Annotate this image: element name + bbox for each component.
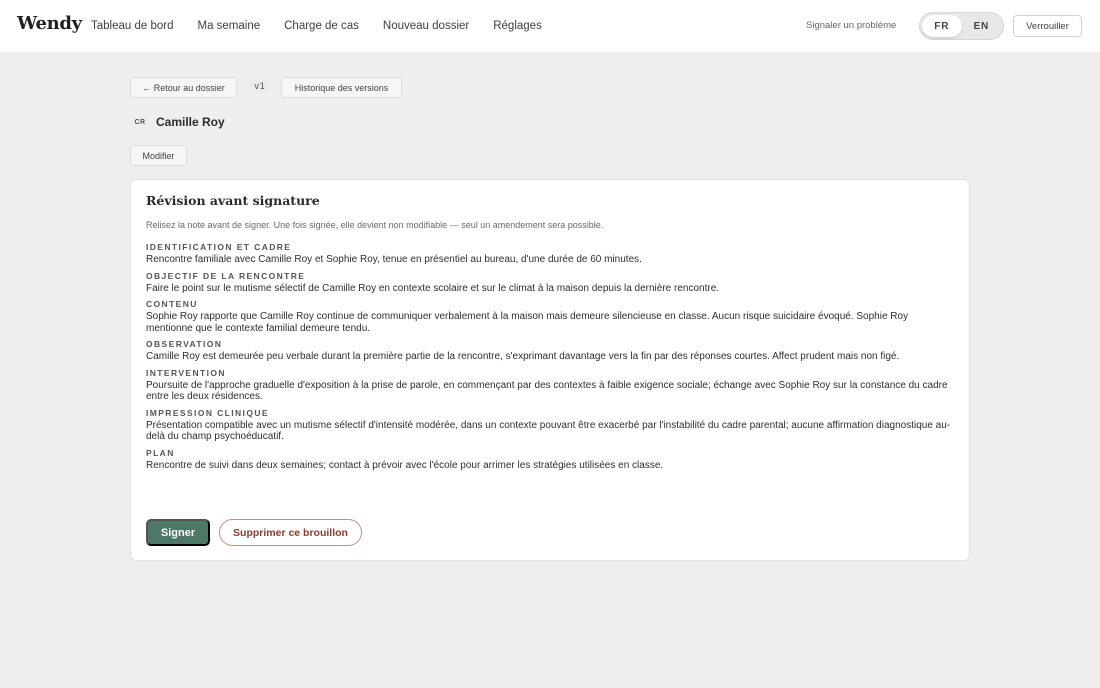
client-name: Camille Roy — [156, 115, 225, 129]
section-body: Présentation compatible avec un mutisme … — [146, 419, 951, 443]
lock-button[interactable]: Verrouiller — [1013, 15, 1082, 37]
avatar: CR — [134, 118, 146, 126]
section-label: Identification et cadre — [146, 242, 292, 252]
section-objective: Objectif de la rencontre Faire le point … — [146, 271, 956, 295]
section-body: Camille Roy est demeurée peu verbale dur… — [146, 351, 900, 362]
back-to-file-button[interactable]: ← Retour au dossier — [130, 77, 237, 98]
section-label: Plan — [146, 447, 175, 458]
nav-item-caseload[interactable]: Charge de cas — [284, 20, 359, 32]
section-content: Contenu Sophie Roy rapporte que Camille … — [146, 299, 956, 334]
nav-item-my-week[interactable]: Ma semaine — [197, 20, 260, 32]
main-nav: Tableau de bord Ma semaine Charge de cas… — [91, 0, 566, 52]
sign-button[interactable]: Signer — [146, 519, 210, 546]
language-en-button[interactable]: EN — [962, 15, 1002, 37]
version-badge: v1 — [250, 81, 269, 93]
section-label: Contenu — [146, 299, 198, 309]
section-clinical-impression: Impression clinique Présentation compati… — [146, 408, 956, 443]
section-body: Sophie Roy rapporte que Camille Roy cont… — [146, 311, 909, 334]
section-body: Poursuite de l'approche graduelle d'expo… — [146, 379, 948, 403]
app-logo[interactable]: Wendy — [17, 13, 82, 34]
language-fr-button[interactable]: FR — [922, 15, 962, 37]
version-history-button[interactable]: Historique des versions — [281, 77, 402, 98]
delete-draft-button[interactable]: Supprimer ce brouillon — [219, 519, 362, 546]
note-sections: Identification et cadre Rencontre famili… — [146, 242, 956, 476]
section-body: Faire le point sur le mutisme sélectif d… — [146, 282, 720, 294]
section-observation: Observation Camille Roy est demeurée peu… — [146, 339, 956, 363]
report-problem-link[interactable]: Signaler un problème — [806, 20, 896, 31]
section-plan: Plan Rencontre de suivi dans deux semain… — [146, 448, 956, 472]
section-label: Objectif de la rencontre — [146, 270, 306, 281]
nav-item-new-file[interactable]: Nouveau dossier — [383, 20, 469, 32]
section-intervention: Intervention Poursuite de l'approche gra… — [146, 368, 956, 403]
section-body: Rencontre de suivi dans deux semaines; c… — [146, 459, 664, 471]
section-body: Rencontre familiale avec Camille Roy et … — [146, 254, 642, 265]
section-identification: Identification et cadre Rencontre famili… — [146, 242, 956, 266]
card-hint: Relisez la note avant de signer. Une foi… — [146, 220, 604, 230]
top-bar: Wendy Tableau de bord Ma semaine Charge … — [0, 0, 1100, 52]
section-label: Impression clinique — [146, 407, 269, 418]
section-label: Observation — [146, 339, 223, 349]
language-switch: FR EN — [919, 12, 1004, 40]
nav-item-dashboard[interactable]: Tableau de bord — [91, 20, 173, 32]
edit-button[interactable]: Modifier — [130, 145, 187, 166]
section-label: Intervention — [146, 367, 226, 378]
nav-item-settings[interactable]: Réglages — [493, 20, 542, 32]
review-card: Révision avant signature Relisez la note… — [130, 179, 970, 561]
card-title: Révision avant signature — [146, 193, 320, 208]
